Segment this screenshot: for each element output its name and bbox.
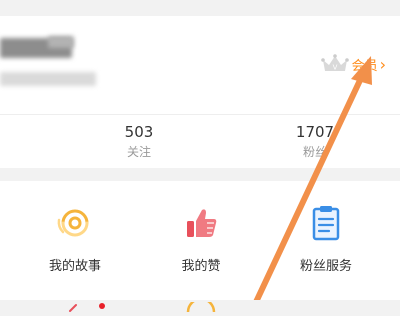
following-label: 关注 xyxy=(126,145,151,159)
menu-grid: 我的故事 我的赞 粉丝服务 xyxy=(0,181,400,313)
thumbs-up-icon xyxy=(181,203,221,243)
profile-card: V 会员 › 503 关注 1707 粉丝 xyxy=(0,16,400,168)
menu-item-my-likes[interactable]: 我的赞 xyxy=(141,203,261,275)
menu-item-my-story[interactable]: 我的故事 xyxy=(15,203,135,275)
fans-label: 粉丝 xyxy=(302,145,327,159)
fans-stat[interactable]: 1707 粉丝 xyxy=(270,123,360,160)
clipboard-icon xyxy=(306,203,346,243)
svg-text:V: V xyxy=(332,64,337,72)
menu-item-label: 我的故事 xyxy=(48,259,101,274)
menu-item-label: 粉丝服务 xyxy=(299,259,352,274)
crown-icon: V xyxy=(320,53,350,75)
redacted-user-subtitle xyxy=(0,72,96,86)
redacted-username-badge xyxy=(48,36,74,48)
member-label: 会员 xyxy=(351,58,378,74)
chevron-right-icon: › xyxy=(379,54,386,74)
divider xyxy=(0,114,400,115)
following-stat[interactable]: 503 关注 xyxy=(94,123,184,160)
member-entry-button[interactable]: V 会员 › xyxy=(320,54,386,74)
menu-item-fan-service[interactable]: 粉丝服务 xyxy=(266,203,386,275)
following-count: 503 xyxy=(124,123,154,141)
menu-item-label: 我的赞 xyxy=(181,259,221,274)
fans-count: 1707 xyxy=(295,123,335,141)
story-icon xyxy=(55,203,95,243)
